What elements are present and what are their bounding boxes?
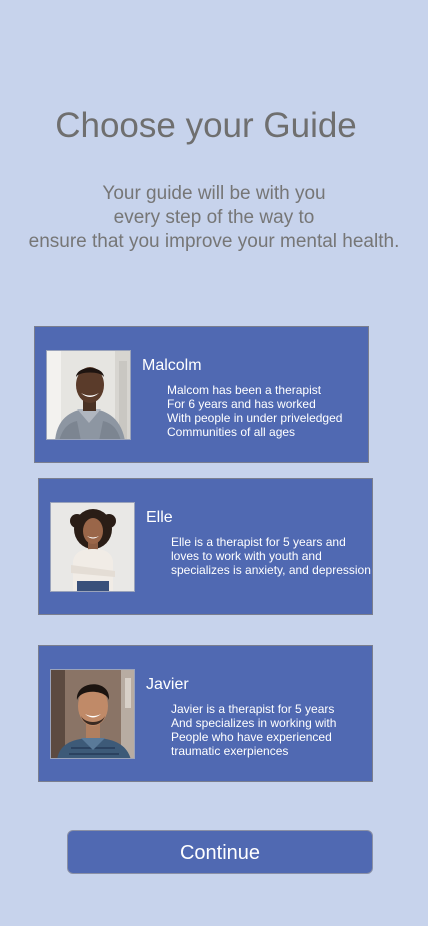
guide-card-malcolm[interactable]: Malcolm Malcom has been a therapist For … [34, 326, 369, 463]
guide-bio-line: With people in under priveledged [167, 411, 343, 425]
guide-bio-line: For 6 years and has worked [167, 397, 316, 411]
guide-bio-line: specializes is anxiety, and depression [171, 563, 371, 577]
guide-bio-line: Elle is a therapist for 5 years and [171, 535, 346, 549]
guide-photo-elle [50, 502, 135, 592]
guide-bio: Malcom has been a therapist For 6 years … [167, 383, 342, 439]
guide-card-javier[interactable]: Javier Javier is a therapist for 5 years… [38, 645, 373, 782]
subtitle-line: ensure that you improve your mental heal… [28, 231, 400, 252]
page-subtitle: Your guide will be with you every step o… [0, 182, 428, 254]
guide-bio: Elle is a therapist for 5 years and love… [171, 535, 371, 577]
subtitle-line: every step of the way to [113, 207, 315, 228]
guide-bio: Javier is a therapist for 5 years And sp… [171, 702, 336, 758]
guide-name: Malcolm [142, 357, 202, 374]
guide-photo-javier [50, 669, 135, 759]
continue-button[interactable]: Continue [67, 830, 373, 874]
guide-bio-line: traumatic exerpiences [171, 744, 289, 758]
guide-bio-line: loves to work with youth and [171, 549, 322, 563]
subtitle-line: Your guide will be with you [102, 183, 326, 204]
guide-name: Javier [146, 676, 189, 693]
page-title: Choose your Guide [55, 106, 357, 145]
guide-bio-line: Javier is a therapist for 5 years [171, 702, 335, 716]
guide-bio-line: Communities of all ages [167, 425, 296, 439]
guide-bio-line: Malcom has been a therapist [167, 383, 322, 397]
guide-bio-line: And specializes in working with [171, 716, 337, 730]
guide-name: Elle [146, 509, 173, 526]
guide-bio-line: People who have experienced [171, 730, 332, 744]
guide-card-elle[interactable]: Elle Elle is a therapist for 5 years and… [38, 478, 373, 615]
guide-photo-malcolm [46, 350, 131, 440]
